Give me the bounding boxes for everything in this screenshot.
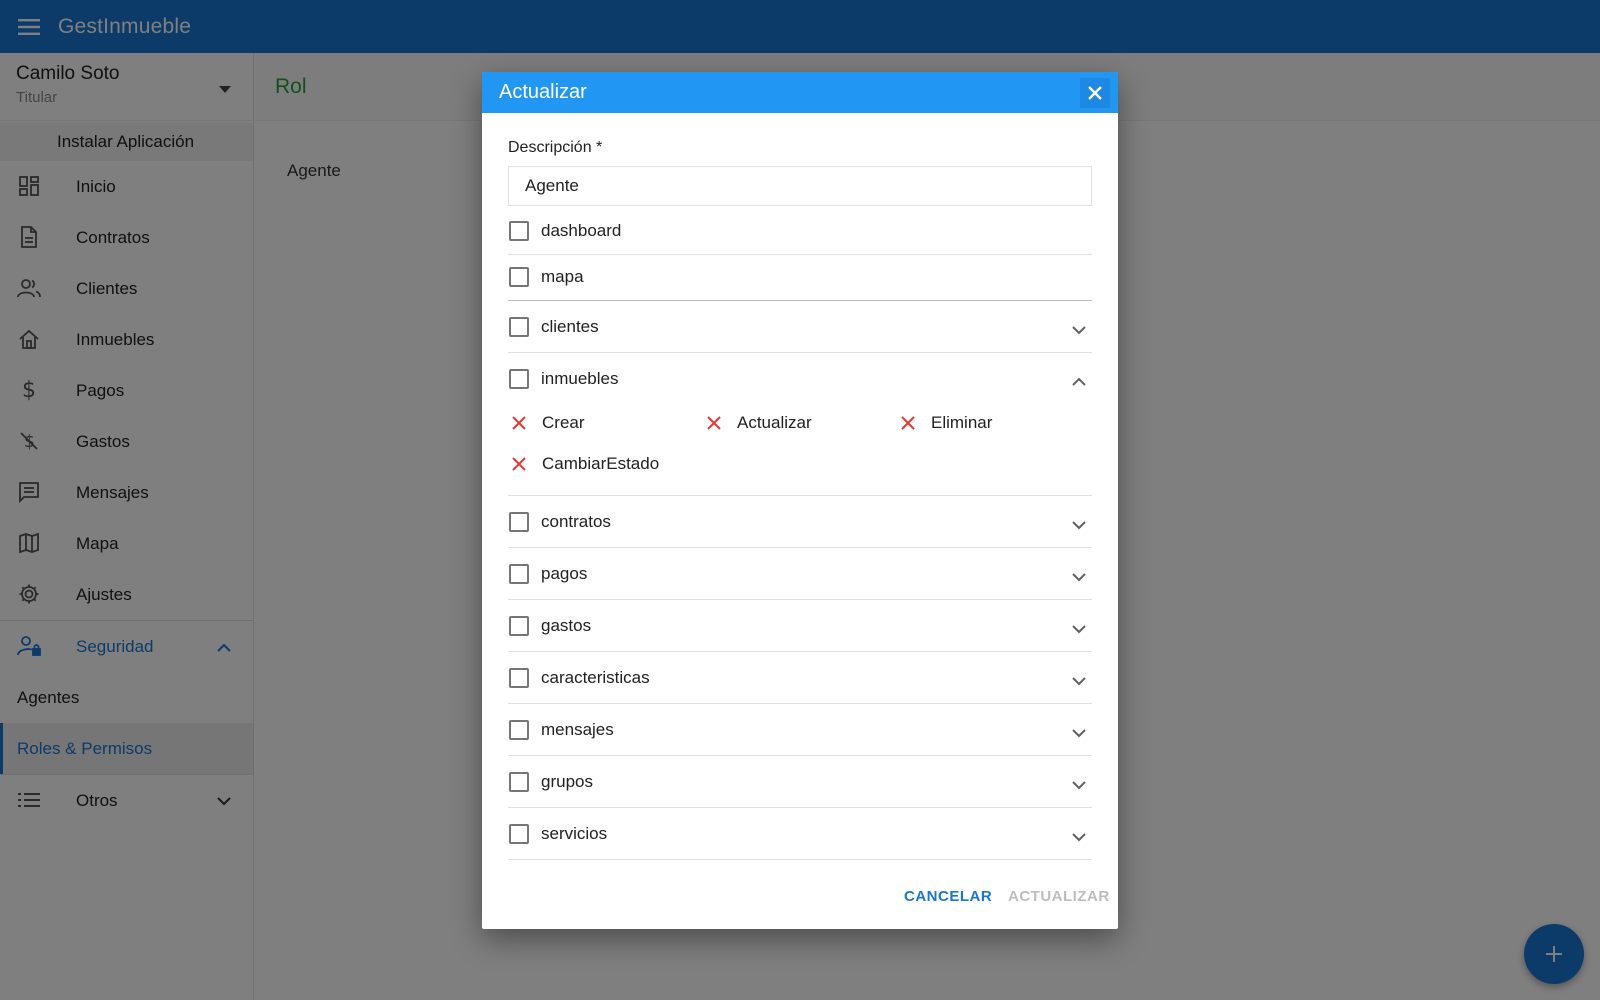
action-eliminar: Eliminar (898, 413, 992, 433)
update-dialog: Actualizar Descripción * dashboard mapa … (482, 72, 1118, 929)
action-label: Actualizar (737, 413, 812, 432)
permission-row-servicios[interactable]: servicios (508, 808, 1092, 860)
chevron-down-icon[interactable] (1072, 621, 1086, 639)
checkbox[interactable] (509, 564, 529, 584)
denied-icon (704, 413, 724, 433)
permission-label: gastos (541, 616, 592, 635)
dialog-title: Actualizar (499, 81, 587, 103)
description-input[interactable] (508, 166, 1092, 206)
permission-row-pagos[interactable]: pagos (508, 548, 1092, 600)
permission-label: contratos (541, 512, 611, 531)
denied-icon (509, 413, 529, 433)
permission-row-contratos[interactable]: contratos (508, 496, 1092, 548)
dialog-actions: CANCELAR ACTUALIZAR (482, 871, 1118, 929)
checkbox[interactable] (509, 512, 529, 532)
chevron-down-icon[interactable] (1072, 725, 1086, 743)
permission-row-grupos[interactable]: grupos (508, 756, 1092, 808)
chevron-down-icon[interactable] (1072, 517, 1086, 535)
cancel-button[interactable]: CANCELAR (904, 888, 992, 905)
chevron-down-icon[interactable] (1072, 569, 1086, 587)
chevron-down-icon[interactable] (1072, 322, 1086, 340)
close-icon[interactable] (1080, 78, 1110, 108)
denied-icon (898, 413, 918, 433)
permission-label: inmuebles (541, 369, 619, 388)
checkbox[interactable] (509, 317, 529, 337)
checkbox[interactable] (509, 221, 529, 241)
permission-row-dashboard: dashboard (508, 210, 1092, 255)
action-label: Eliminar (931, 413, 993, 432)
permission-row-gastos[interactable]: gastos (508, 600, 1092, 652)
permission-label: caracteristicas (541, 668, 650, 687)
action-label: Crear (542, 413, 585, 432)
permission-label: mapa (541, 267, 584, 286)
permission-row-clientes[interactable]: clientes (508, 301, 1092, 353)
permission-label: dashboard (541, 221, 622, 240)
permission-label: pagos (541, 564, 588, 583)
permission-label: grupos (541, 772, 593, 791)
chevron-down-icon[interactable] (1072, 829, 1086, 847)
permission-row-mapa: mapa (508, 255, 1092, 301)
checkbox[interactable] (509, 668, 529, 688)
action-crear: Crear (509, 413, 585, 433)
checkbox[interactable] (509, 267, 529, 287)
permission-row-inmuebles[interactable]: inmuebles Crear Actualizar Eliminar Camb… (508, 353, 1092, 496)
chevron-down-icon[interactable] (1072, 673, 1086, 691)
chevron-down-icon[interactable] (1072, 777, 1086, 795)
update-button[interactable]: ACTUALIZAR (1008, 888, 1110, 905)
permission-row-mensajes[interactable]: mensajes (508, 704, 1092, 756)
checkbox[interactable] (509, 772, 529, 792)
chevron-up-icon[interactable] (1072, 373, 1086, 391)
permission-label: mensajes (541, 720, 614, 739)
checkbox[interactable] (509, 720, 529, 740)
permission-row-caracteristicas[interactable]: caracteristicas (508, 652, 1092, 704)
denied-icon (509, 454, 529, 474)
checkbox[interactable] (509, 824, 529, 844)
permission-label: servicios (541, 824, 608, 843)
dialog-header: Actualizar (482, 72, 1118, 113)
action-cambiarestado: CambiarEstado (509, 454, 659, 474)
action-label: CambiarEstado (542, 454, 660, 473)
permission-label: clientes (541, 317, 599, 336)
action-actualizar: Actualizar (704, 413, 812, 433)
description-label: Descripción * (508, 139, 603, 156)
checkbox[interactable] (509, 616, 529, 636)
checkbox[interactable] (509, 369, 529, 389)
